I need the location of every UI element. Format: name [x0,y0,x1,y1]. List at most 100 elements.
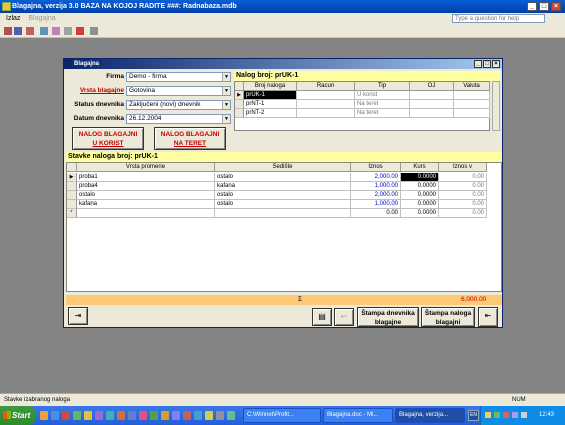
stavka-iznosv-cell[interactable]: 0.00 [439,173,487,182]
row-selector[interactable] [67,182,77,191]
nalog-valuta-cell[interactable] [454,91,490,100]
quicklaunch-icon[interactable] [183,411,191,420]
nalog-racun-cell[interactable] [297,100,355,109]
table-row[interactable]: prNT-1 Na teret [235,100,490,109]
stavka-iznosv-cell[interactable]: 0.00 [439,191,487,200]
quicklaunch-icon[interactable] [117,411,125,420]
tray-icon[interactable] [485,412,491,418]
nalog-valuta-cell[interactable] [454,109,490,118]
stavka-iznos-cell[interactable]: 1,000.00 [351,182,401,191]
sort-asc-icon[interactable] [4,27,12,35]
quicklaunch-icon[interactable] [216,411,224,420]
options-icon[interactable] [90,27,98,35]
nalog-valuta-cell[interactable] [454,100,490,109]
stavka-iznos-cell[interactable]: 1,000.00 [351,200,401,209]
nalog-oj-cell[interactable] [410,109,454,118]
nalog-broj-cell[interactable]: prUK-1 [244,91,297,100]
stavka-iznosv-cell[interactable]: 0.00 [439,200,487,209]
table-row[interactable]: prNT-2 Na teret [235,109,490,118]
nalog-tip-cell[interactable]: Na teret [355,109,410,118]
nalog-na-teret-button[interactable]: NALOG BLAGAJNI NA TERET [154,127,226,150]
nalog-oj-cell[interactable] [410,100,454,109]
tray-icon[interactable] [503,412,509,418]
maximize-button[interactable]: □ [539,2,549,11]
stavka-iznos-cell[interactable]: 2,000.00 [351,173,401,182]
col-tip[interactable]: Tip [355,82,410,91]
stampa-dnevnika-button[interactable]: Štampa dnevnika blagajne [357,307,419,327]
close-form-button[interactable]: ⇤ [478,307,498,327]
menu-item-izlaz[interactable]: Izlaz [6,15,20,22]
stavka-sediste-cell[interactable] [215,209,351,218]
task-button-word[interactable]: Blagajna.doc - Mi... [323,408,393,423]
print-preview-button[interactable]: ▤ [312,308,332,326]
row-selector-icon[interactable]: ▶ [235,91,244,100]
speaker-icon[interactable] [521,412,527,418]
chevron-down-icon[interactable]: ▼ [222,73,230,81]
quicklaunch-icon[interactable] [106,411,114,420]
filter-form-icon[interactable] [40,27,48,35]
minimize-button[interactable]: _ [527,2,537,11]
quicklaunch-icon[interactable] [172,411,180,420]
exit-door-button[interactable]: ⇥ [68,307,88,325]
stavka-kurs-cell[interactable]: 0.0000 [401,191,439,200]
nalog-broj-cell[interactable]: prNT-2 [244,109,297,118]
row-selector[interactable] [235,109,244,118]
quicklaunch-icon[interactable] [227,411,235,420]
undo-icon[interactable]: ↩ [334,308,354,326]
quicklaunch-icon[interactable] [205,411,213,420]
quicklaunch-icon[interactable] [73,411,81,420]
task-button-blagajna[interactable]: Blagajna, verzija... [395,408,465,423]
stavka-vrsta-cell[interactable]: kafana [77,200,215,209]
stavka-vrsta-cell[interactable]: proba4 [77,182,215,191]
col-kurs[interactable]: Kurs [401,163,439,172]
nalog-tip-cell[interactable]: Na teret [355,100,410,109]
remove-filter-icon[interactable] [64,27,72,35]
stavka-vrsta-cell[interactable]: ostalo [77,191,215,200]
stavka-kurs-cell[interactable]: 0.0000 [401,200,439,209]
nalog-oj-cell[interactable] [410,91,454,100]
stavka-iznosv-cell[interactable]: 0.00 [439,182,487,191]
stavka-iznos-cell[interactable]: 2,000.00 [351,191,401,200]
nalog-u-korist-button[interactable]: NALOG BLAGAJNI U KORIST [72,127,144,150]
tray-icon[interactable] [494,412,500,418]
start-button[interactable]: Start [0,406,36,425]
form-maximize-button[interactable]: □ [483,60,491,68]
nalog-scrollbar[interactable] [492,81,500,131]
menu-item-blagajna[interactable]: Blagajna [28,15,55,22]
stavka-sediste-cell[interactable]: ostalo [215,173,351,182]
table-row[interactable]: ostalo ostalo 2,000.00 0.0000 0.00 [67,191,501,200]
stavka-sediste-cell[interactable]: ostalo [215,200,351,209]
chevron-down-icon[interactable]: ▼ [222,101,230,109]
quicklaunch-icon[interactable] [161,411,169,420]
table-row[interactable]: proba4 kafana 1,000.00 0.0000 0.00 [67,182,501,191]
new-record-icon[interactable]: * [67,209,77,218]
quicklaunch-icon[interactable] [40,411,48,420]
form-close-button[interactable]: × [492,60,500,68]
form-minimize-button[interactable]: _ [474,60,482,68]
task-button-explorer[interactable]: C:\Winnet\Profit... [243,408,321,423]
quicklaunch-icon[interactable] [62,411,70,420]
row-selector[interactable] [67,191,77,200]
table-row-new[interactable]: * 0.00 0.0000 0.00 [67,209,501,218]
stavka-sediste-cell[interactable]: ostalo [215,191,351,200]
col-vrsta-promene[interactable]: Vrsta promene [77,163,215,172]
col-sediste[interactable]: Sedište [215,163,351,172]
firma-combo[interactable]: Demo - firma ▼ [126,72,231,82]
chevron-down-icon[interactable]: ▼ [222,115,230,123]
quicklaunch-icon[interactable] [150,411,158,420]
delete-icon[interactable] [76,27,84,35]
language-indicator[interactable]: EN [468,410,479,421]
quicklaunch-icon[interactable] [95,411,103,420]
stavka-kurs-cell[interactable]: 0.0000 [401,173,439,182]
col-iznos[interactable]: Iznos [351,163,401,172]
status-combo[interactable]: Zaključeni (novi) dnevnik ▼ [126,100,231,110]
apply-filter-icon[interactable] [52,27,60,35]
col-valuta[interactable]: Valuta [454,82,490,91]
table-row[interactable]: kafana ostalo 1,000.00 0.0000 0.00 [67,200,501,209]
stavka-iznosv-cell[interactable]: 0.00 [439,209,487,218]
vrsta-combo[interactable]: Gotovina ▼ [126,86,231,96]
col-iznos-v[interactable]: Iznos v [439,163,487,172]
col-broj-naloga[interactable]: Broj naloga [244,82,297,91]
quicklaunch-icon[interactable] [139,411,147,420]
nalog-racun-cell[interactable] [297,109,355,118]
